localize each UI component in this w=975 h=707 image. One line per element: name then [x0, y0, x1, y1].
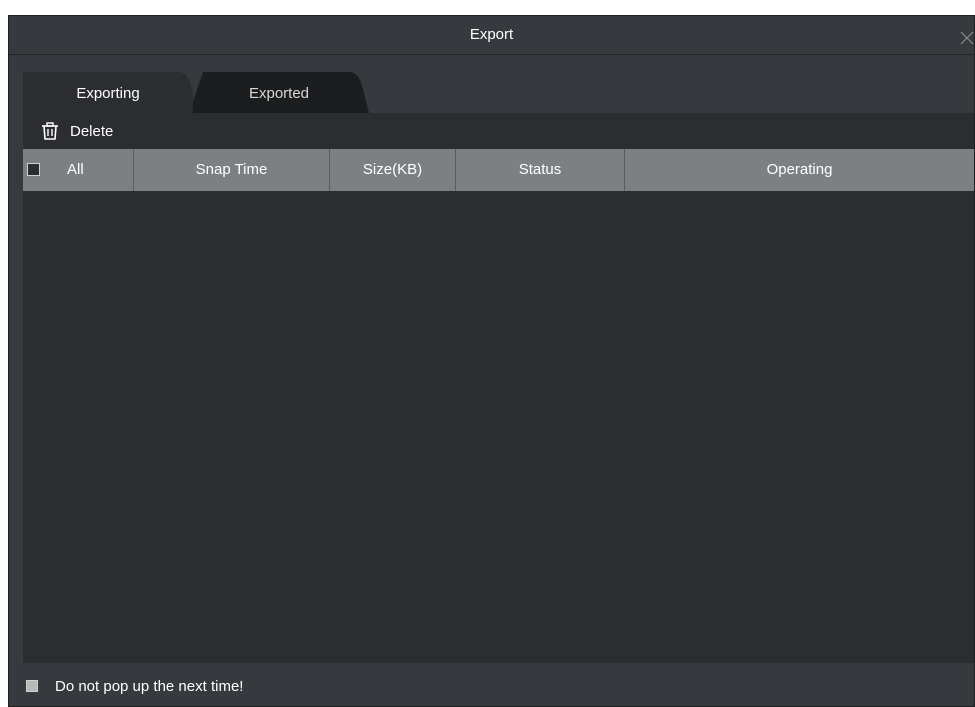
tab-exporting[interactable]: Exporting [23, 72, 193, 113]
column-size[interactable]: Size(KB) [330, 149, 456, 191]
table-header: All Snap Time Size(KB) Status Operating [23, 149, 974, 191]
delete-button[interactable]: Delete [70, 123, 113, 140]
column-status[interactable]: Status [456, 149, 625, 191]
footer: Do not pop up the next time! [9, 666, 974, 706]
toolbar: Delete [23, 113, 223, 149]
tab-exported[interactable]: Exported [189, 72, 369, 113]
tab-exporting-label: Exporting [76, 85, 140, 102]
column-all: All [23, 149, 134, 191]
title-bar: Export [9, 16, 974, 55]
trash-icon[interactable] [40, 121, 60, 141]
tab-content: Delete All Snap Time Size(KB) Status Ope… [23, 113, 974, 663]
column-operating[interactable]: Operating [625, 149, 974, 191]
do-not-pop-up-label: Do not pop up the next time! [55, 677, 244, 695]
close-icon[interactable] [960, 31, 974, 45]
dialog-title: Export [469, 26, 514, 43]
column-all-label: All [67, 161, 84, 178]
tab-bar: Exported Exporting [23, 72, 974, 113]
column-snap-time[interactable]: Snap Time [134, 149, 330, 191]
export-dialog: Export Exported Exporting Delete All Sna… [8, 15, 975, 707]
tab-exported-label: Exported [248, 85, 310, 102]
select-all-checkbox[interactable] [27, 163, 40, 176]
do-not-pop-up-checkbox[interactable] [26, 680, 38, 692]
